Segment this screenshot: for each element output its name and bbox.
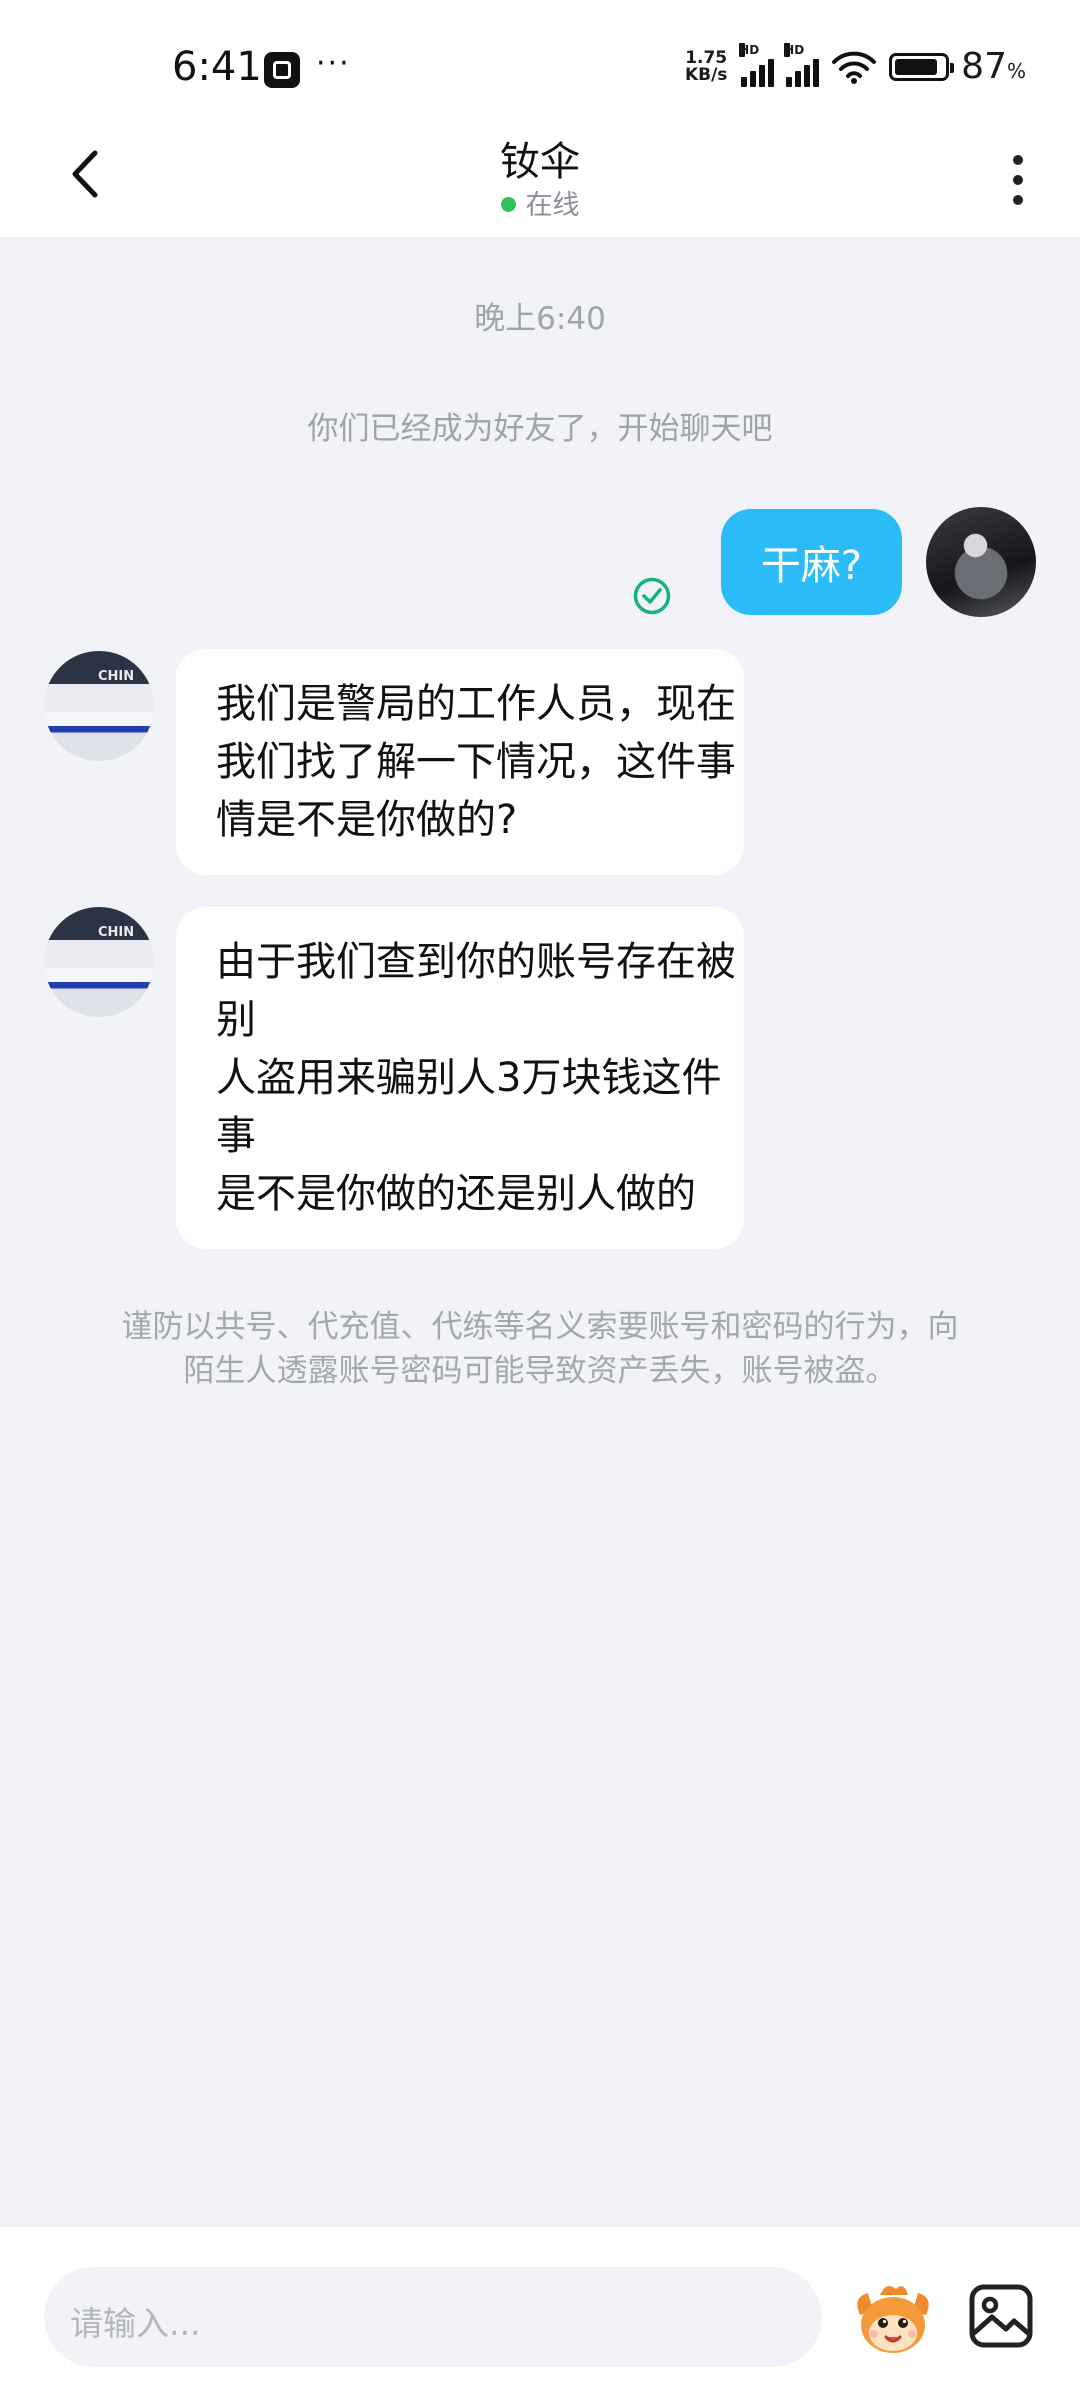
online-status: 在线	[0, 183, 1080, 222]
network-speed: 1.75 KB/s	[683, 47, 729, 85]
warning-line: 陌生人透露账号密码可能导致资产丢失，账号被盗。	[183, 1353, 897, 1389]
check-circle-icon	[633, 577, 671, 615]
contact-avatar[interactable]	[44, 651, 154, 761]
more-vertical-icon	[1013, 155, 1023, 165]
network-speed-unit: KB/s	[684, 64, 728, 85]
status-time: 6:41	[172, 44, 262, 90]
input-bar: 请输入...	[0, 2227, 1080, 2400]
battery-icon	[889, 52, 955, 81]
warning-line: 谨防以共号、代充值、代练等名义索要账号和密码的行为，向	[121, 1309, 959, 1345]
hd-label-1: HD	[739, 42, 760, 57]
message-line: 我们是警局的工作人员，现在	[216, 681, 736, 727]
my-avatar[interactable]	[926, 507, 1036, 617]
more-notifications-icon: ···	[316, 46, 351, 81]
message-line: 我们找了解一下情况，这件事	[216, 739, 736, 785]
status-right-group: 1.75 KB/s HD HD 87%	[683, 42, 1026, 87]
battery-level-unit: %	[1006, 59, 1026, 83]
message-line: 人盗用来骗别人3万块钱这件	[216, 1055, 722, 1101]
more-options-button[interactable]	[998, 145, 1038, 215]
incoming-message-bubble[interactable]: 由于我们查到你的账号存在被 别 人盗用来骗别人3万块钱这件 事 是不是你做的还是…	[176, 907, 744, 1249]
signal-icon-sim2: HD	[784, 42, 820, 87]
online-status-label: 在线	[525, 190, 580, 221]
hd-label-2: HD	[784, 42, 805, 57]
online-dot-icon	[500, 197, 516, 212]
battery-fill	[895, 58, 938, 75]
battery-level: 87%	[961, 46, 1026, 87]
message-line: 由于我们查到你的账号存在被	[216, 939, 736, 985]
message-line: 情是不是你做的?	[216, 797, 518, 843]
mascot-emoji-icon[interactable]	[850, 2279, 936, 2359]
incoming-message-bubble[interactable]: 我们是警局的工作人员，现在 我们找了解一下情况，这件事 情是不是你做的?	[176, 649, 744, 875]
image-icon[interactable]	[968, 2283, 1034, 2349]
outgoing-message-bubble[interactable]: 干麻?	[720, 509, 902, 615]
message-line: 是不是你做的还是别人做的	[216, 1171, 696, 1217]
contact-avatar[interactable]	[44, 907, 154, 1017]
battery-level-value: 87	[961, 46, 1007, 87]
status-bar: 6:41 ··· 1.75 KB/s HD HD 87%	[0, 0, 1080, 125]
contact-name: 钕伞	[500, 139, 580, 185]
signal-icon-sim1: HD	[739, 42, 775, 87]
more-dot	[1013, 175, 1023, 185]
security-warning: 谨防以共号、代充值、代练等名义索要账号和密码的行为，向 陌生人透露账号密码可能导…	[80, 1305, 1000, 1393]
wifi-icon	[832, 51, 877, 84]
chat-area[interactable]: 晚上6:40 你们已经成为好友了，开始聊天吧 干麻? 我们是警局的工作人员，现在…	[0, 237, 1080, 2227]
system-note: 你们已经成为好友了，开始聊天吧	[307, 411, 773, 447]
message-input-placeholder: 请输入...	[70, 2304, 201, 2343]
network-speed-value: 1.75	[685, 47, 728, 68]
message-timestamp: 晚上6:40	[474, 301, 606, 337]
message-line: 别	[216, 997, 256, 1043]
chat-header: 钕伞 在线	[0, 125, 1080, 237]
more-dot	[1013, 195, 1023, 205]
message-line: 事	[216, 1113, 256, 1159]
capcut-app-icon	[264, 52, 300, 88]
